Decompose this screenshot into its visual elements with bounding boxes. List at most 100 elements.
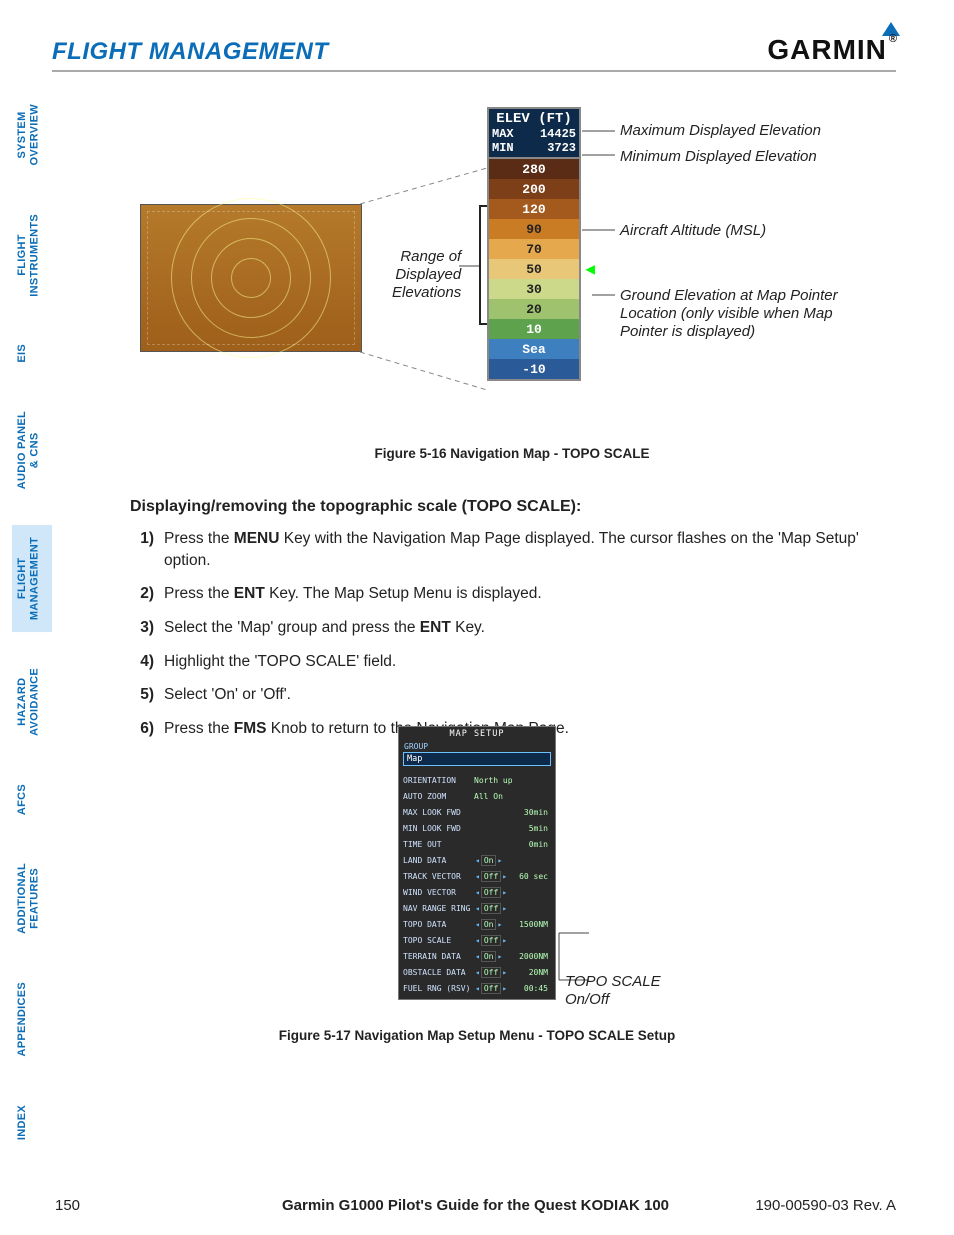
garmin-logo: GARMIN®	[767, 34, 896, 66]
side-tab[interactable]: SYSTEM OVERVIEW	[12, 92, 52, 178]
scale-cell: 200	[489, 179, 579, 199]
setup-row-extra: 60 sec	[513, 872, 551, 881]
setup-row: AUTO ZOOMAll On	[403, 788, 551, 804]
side-tab[interactable]: AUDIO PANEL & CNS	[12, 399, 52, 501]
page-footer: 150 Garmin G1000 Pilot's Guide for the Q…	[55, 1197, 896, 1214]
footer-title: Garmin G1000 Pilot's Guide for the Quest…	[282, 1197, 669, 1214]
setup-row-extra: 00:45	[513, 984, 551, 993]
callout-aircraft-alt: Aircraft Altitude (MSL)	[620, 222, 766, 240]
setup-row: FUEL RNG (RSV)◂Off▸00:45	[403, 980, 551, 996]
setup-group-label: GROUP	[404, 742, 555, 751]
side-tab[interactable]: EIS	[12, 332, 52, 375]
pointer-arrow-icon: ◀	[585, 259, 595, 279]
logo-text: GARMIN	[767, 34, 887, 65]
figure-5-16-caption: Figure 5-16 Navigation Map - TOPO SCALE	[374, 446, 649, 461]
setup-row: TIME OUT 0min	[403, 836, 551, 852]
figure-5-16: ELEV (FT) MAX14425 MIN3723 2802001209070…	[130, 100, 894, 450]
setup-row-label: TOPO DATA	[403, 920, 471, 929]
procedure-step: 1)Press the MENU Key with the Navigation…	[130, 528, 894, 571]
scale-cell: 280	[489, 159, 579, 179]
setup-row: OBSTACLE DATA◂Off▸20NM	[403, 964, 551, 980]
setup-row-label: OBSTACLE DATA	[403, 968, 471, 977]
setup-row: NAV RANGE RING◂Off▸	[403, 900, 551, 916]
footer-revision: 190-00590-03 Rev. A	[755, 1197, 896, 1214]
setup-row-value: All On	[471, 792, 513, 801]
procedure-heading: Displaying/removing the topographic scal…	[130, 498, 894, 516]
setup-row-value: ◂Off▸	[471, 903, 513, 914]
setup-rows: ORIENTATIONNorth upAUTO ZOOMAll On MAX L…	[403, 772, 551, 996]
setup-row-value: ◂On▸	[471, 855, 513, 866]
setup-row-label: LAND DATA	[403, 856, 471, 865]
setup-row: TRACK VECTOR◂Off▸60 sec	[403, 868, 551, 884]
scale-cell: 50◀	[489, 259, 579, 279]
callout-range: Range of Displayed Elevations	[392, 248, 461, 302]
setup-row-label: TRACK VECTOR	[403, 872, 471, 881]
step-number: 5)	[130, 684, 154, 706]
elev-min-label: MIN	[492, 141, 514, 155]
elev-min-value: 3723	[547, 141, 576, 155]
step-text: Highlight the 'TOPO SCALE' field.	[164, 651, 396, 673]
side-tab[interactable]: INDEX	[12, 1093, 52, 1152]
setup-row: MIN LOOK FWD 5min	[403, 820, 551, 836]
step-number: 1)	[130, 528, 154, 571]
callout-min-elev: Minimum Displayed Elevation	[620, 148, 817, 166]
setup-row-label: TIME OUT	[403, 840, 471, 849]
setup-row-extra: 5min	[513, 824, 551, 833]
setup-row: TOPO DATA◂On▸1500NM	[403, 916, 551, 932]
procedure-step: 3) Select the 'Map' group and press the E…	[130, 617, 894, 639]
scale-cell: 20	[489, 299, 579, 319]
setup-row: TERRAIN DATA◂On▸2000NM	[403, 948, 551, 964]
setup-row-label: MAX LOOK FWD	[403, 808, 471, 817]
setup-row: WIND VECTOR◂Off▸	[403, 884, 551, 900]
callout-topo-scale-onoff: TOPO SCALE On/Off	[565, 973, 661, 1009]
setup-row-value: ◂On▸	[471, 951, 513, 962]
setup-row-value: ◂Off▸	[471, 887, 513, 898]
page-number: 150	[55, 1197, 80, 1214]
scale-cell: Sea	[489, 339, 579, 359]
setup-row-extra: 2000NM	[513, 952, 551, 961]
setup-row-extra: 30min	[513, 808, 551, 817]
setup-row: LAND DATA◂On▸	[403, 852, 551, 868]
scale-cell: 30	[489, 279, 579, 299]
setup-row-label: AUTO ZOOM	[403, 792, 471, 801]
setup-row-extra: 1500NM	[513, 920, 551, 929]
setup-row-extra: 0min	[513, 840, 551, 849]
procedure-step: 5)Select 'On' or 'Off'.	[130, 684, 894, 706]
scale-cell: 10	[489, 319, 579, 339]
setup-row-label: WIND VECTOR	[403, 888, 471, 897]
procedure-body: Displaying/removing the topographic scal…	[130, 498, 894, 752]
elev-title: ELEV (FT)	[492, 111, 576, 127]
setup-row-label: ORIENTATION	[403, 776, 471, 785]
setup-row-value: ◂On▸	[471, 919, 513, 930]
setup-row-extra: 20NM	[513, 968, 551, 977]
scale-cell: 90	[489, 219, 579, 239]
setup-group-value: Map	[403, 752, 551, 766]
map-setup-panel: MAP SETUP GROUP Map ORIENTATIONNorth upA…	[398, 726, 556, 1000]
setup-row: TOPO SCALE◂Off▸	[403, 932, 551, 948]
setup-row-label: MIN LOOK FWD	[403, 824, 471, 833]
callout-max-elev: Maximum Displayed Elevation	[620, 122, 821, 140]
setup-row-value: ◂Off▸	[471, 983, 513, 994]
setup-row-label: TOPO SCALE	[403, 936, 471, 945]
setup-row: MAX LOOK FWD 30min	[403, 804, 551, 820]
side-tab[interactable]: FLIGHT INSTRUMENTS	[12, 202, 52, 309]
procedure-step: 4)Highlight the 'TOPO SCALE' field.	[130, 651, 894, 673]
procedure-step: 2)Press the ENT Key. The Map Setup Menu …	[130, 583, 894, 605]
side-tab[interactable]: FLIGHT MANAGEMENT	[12, 525, 52, 632]
elev-max-label: MAX	[492, 127, 514, 141]
topo-scale-strip: ELEV (FT) MAX14425 MIN3723 2802001209070…	[487, 107, 581, 381]
setup-row: ORIENTATIONNorth up	[403, 772, 551, 788]
setup-row-value: ◂Off▸	[471, 871, 513, 882]
range-bracket-icon	[479, 205, 487, 325]
setup-row-value: ◂Off▸	[471, 935, 513, 946]
step-number: 3)	[130, 617, 154, 639]
step-text: Press the MENU Key with the Navigation M…	[164, 528, 894, 571]
scale-cell: 70	[489, 239, 579, 259]
scale-cell: -10	[489, 359, 579, 379]
callout-pointer: Ground Elevation at Map Pointer Location…	[620, 287, 880, 341]
setup-row-label: TERRAIN DATA	[403, 952, 471, 961]
step-text: Select the 'Map' group and press the ENT…	[164, 617, 485, 639]
header-rule	[52, 70, 896, 72]
step-number: 2)	[130, 583, 154, 605]
setup-row-value: North up	[471, 776, 513, 785]
